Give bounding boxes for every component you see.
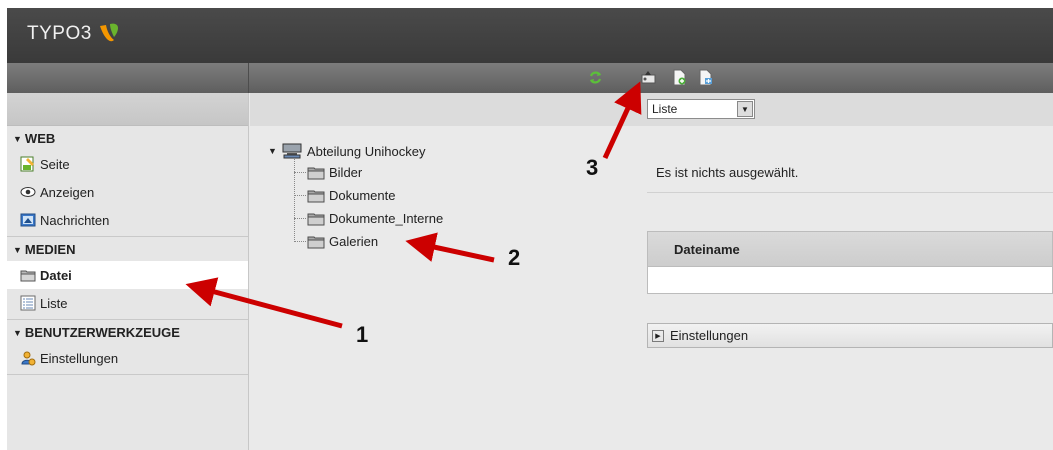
server-icon — [282, 143, 302, 159]
annotation-label-2: 2 — [508, 245, 521, 270]
new-folder-icon[interactable] — [697, 69, 714, 86]
menu-group-title: MEDIEN — [24, 242, 76, 257]
expand-triangle-icon[interactable]: ▼ — [268, 146, 277, 156]
table-row — [647, 267, 1053, 294]
menu-item-label: Datei — [40, 267, 72, 283]
divider — [647, 192, 1053, 193]
module-menu: ▼ WEB Seite Anzeigen Nachrichten ▼ MEDIEN … — [7, 93, 249, 450]
tree-node-label: Galerien — [329, 234, 379, 249]
folder-icon — [307, 236, 325, 248]
toolbar — [7, 63, 1053, 93]
folder-icon — [307, 190, 325, 202]
view-select[interactable]: Liste ▼ — [647, 99, 755, 119]
no-selection-message: Es ist nichts ausgewählt. — [656, 165, 799, 180]
tree-node-galerien[interactable]: Galerien — [294, 230, 443, 253]
collapse-triangle-icon: ▼ — [13, 328, 22, 338]
file-list-pane: Liste ▼ Es ist nichts ausgewählt. Datein… — [630, 93, 1053, 450]
module-menu-header — [7, 93, 248, 126]
chevron-down-icon[interactable]: ▼ — [737, 101, 753, 117]
tree-pane-header — [250, 93, 630, 126]
file-table: Dateiname — [647, 231, 1053, 294]
column-header-dateiname[interactable]: Dateiname — [647, 231, 1053, 267]
typo3-backend: TYPO3 ▼ WEB Seite Anzeigen Nachrichten ▼… — [7, 8, 1053, 450]
menu-item-label: Nachrichten — [40, 212, 110, 228]
folder-icon — [307, 213, 325, 225]
settings-toggle[interactable]: ▶ Einstellungen — [647, 323, 1053, 348]
typo3-logo[interactable]: TYPO3 — [27, 22, 120, 46]
annotation-label-3: 3 — [586, 155, 599, 180]
collapse-triangle-icon: ▼ — [13, 134, 22, 144]
content-header: Liste ▼ — [630, 93, 1053, 126]
top-bar: TYPO3 — [7, 8, 1053, 63]
menu-item-label: Einstellungen — [40, 350, 119, 366]
refresh-icon[interactable] — [587, 69, 604, 86]
tree-node-label: Dokumente_Interne — [329, 211, 444, 226]
list-icon — [19, 294, 37, 312]
tree-node-dokumente[interactable]: Dokumente — [294, 184, 443, 207]
news-icon — [19, 211, 37, 229]
upload-icon[interactable] — [640, 69, 657, 86]
menu-item-seite[interactable]: Seite — [7, 150, 248, 178]
folder-tree-pane: ▼ Abteilung Unihockey Bilder Dokumente D… — [250, 93, 630, 450]
tree-node-dokumente-interne[interactable]: Dokumente_Interne — [294, 207, 443, 230]
menu-group-web[interactable]: ▼ WEB — [7, 126, 248, 150]
tree-root-node[interactable]: ▼ Abteilung Unihockey — [268, 141, 443, 161]
tree-node-label: Abteilung Unihockey — [306, 143, 426, 159]
eye-icon — [19, 183, 37, 201]
collapse-triangle-icon: ▼ — [13, 245, 22, 255]
menu-item-label: Anzeigen — [40, 184, 95, 200]
menu-group-title: BENUTZERWERKZEUGE — [24, 325, 180, 340]
tree-node-label: Bilder — [329, 165, 363, 180]
folder-icon — [19, 266, 37, 284]
menu-item-anzeigen[interactable]: Anzeigen — [7, 178, 248, 206]
typo3-logo-icon — [99, 23, 118, 42]
folder-tree: ▼ Abteilung Unihockey Bilder Dokumente D… — [268, 141, 443, 253]
new-file-icon[interactable] — [671, 69, 688, 86]
annotation-label-1: 1 — [356, 322, 369, 347]
menu-item-einstellungen[interactable]: Einstellungen — [7, 344, 248, 372]
tree-node-bilder[interactable]: Bilder — [294, 161, 443, 184]
menu-item-nachrichten[interactable]: Nachrichten — [7, 206, 248, 234]
menu-item-liste[interactable]: Liste — [7, 289, 248, 317]
menu-item-label: Liste — [40, 295, 68, 311]
folder-icon — [307, 167, 325, 179]
menu-group-medien[interactable]: ▼ MEDIEN — [7, 237, 248, 261]
menu-item-label: Seite — [40, 156, 70, 172]
menu-group-title: WEB — [24, 131, 56, 146]
menu-group-benutzerwerkzeuge[interactable]: ▼ BENUTZERWERKZEUGE — [7, 320, 248, 344]
expand-icon: ▶ — [652, 329, 664, 342]
menu-divider — [7, 374, 248, 375]
tree-node-label: Dokumente — [329, 188, 396, 203]
page-edit-icon — [19, 155, 37, 173]
toolbar-divider — [248, 63, 249, 93]
view-select-value: Liste — [652, 102, 678, 116]
settings-label: Einstellungen — [670, 328, 749, 343]
menu-item-datei[interactable]: Datei — [7, 261, 248, 289]
logo-text: TYPO3 — [27, 23, 92, 44]
user-settings-icon — [19, 349, 37, 367]
